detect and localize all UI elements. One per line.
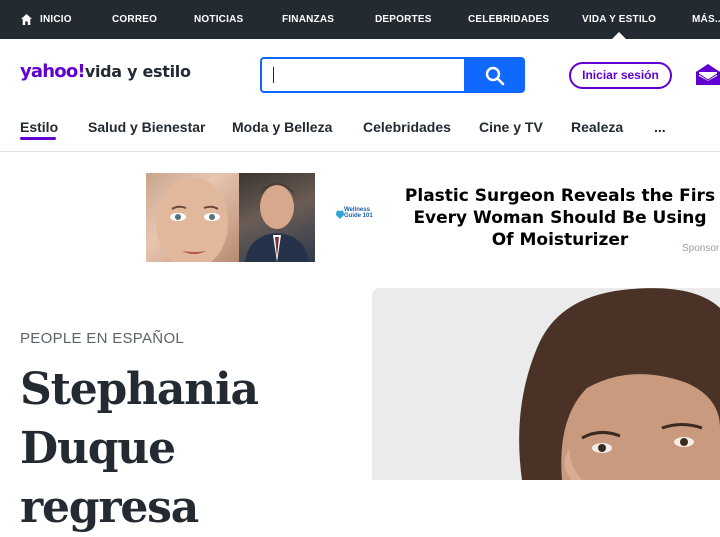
mail-icon[interactable]: [695, 62, 720, 88]
sponsored-label: Sponsor: [682, 243, 720, 254]
search-icon: [485, 66, 505, 86]
subnav-divider: [0, 151, 720, 152]
ad-image-woman: [146, 173, 239, 262]
tab-salud-y-bienestar[interactable]: Salud y Bienestar: [88, 119, 206, 135]
home-icon[interactable]: [20, 13, 33, 26]
nav-inicio[interactable]: INICIO: [40, 0, 72, 39]
search-bar: [260, 57, 525, 93]
tab-estilo[interactable]: Estilo: [20, 119, 58, 135]
yahoo-logo-text: yahoo!: [20, 61, 86, 82]
top-nav-bar: INICIO CORREO NOTICIAS FINANZAS DEPORTES…: [0, 0, 720, 39]
tab-realeza[interactable]: Realeza: [571, 119, 623, 135]
nav-finanzas[interactable]: FINANZAS: [282, 0, 334, 39]
article-title[interactable]: Stephania Duque regresa: [20, 360, 350, 537]
ad-image-man: [239, 173, 315, 262]
sponsored-ad[interactable]: Wellness Guide 101 Plastic Surgeon Revea…: [146, 173, 720, 262]
section-logo-text: vida y estilo: [84, 62, 191, 81]
yahoo-vida-y-estilo-logo[interactable]: yahoo!vida y estilo: [20, 61, 191, 87]
signin-button[interactable]: Iniciar sesión: [569, 62, 672, 89]
ad-headline-line1: Plastic Surgeon Reveals the Firs: [404, 186, 716, 206]
tab-more[interactable]: ...: [654, 119, 666, 135]
tab-cine-y-tv[interactable]: Cine y TV: [479, 119, 543, 135]
tab-celebridades[interactable]: Celebridades: [363, 119, 451, 135]
article-kicker[interactable]: PEOPLE EN ESPAÑOL: [20, 330, 184, 347]
ad-headline-line2: Every Woman Should Be Using: [413, 208, 707, 228]
text-cursor: [273, 67, 274, 83]
site-header: yahoo!vida y estilo Iniciar sesión: [0, 39, 720, 111]
article-hero-image[interactable]: [372, 288, 720, 480]
ad-brand-text: Wellness Guide 101: [344, 207, 373, 219]
search-input[interactable]: [260, 57, 466, 93]
article-title-line2: Duque regresa: [20, 423, 199, 533]
nav-mas[interactable]: MÁS...: [692, 0, 720, 39]
nav-correo[interactable]: CORREO: [112, 0, 157, 39]
section-subnav: Estilo Salud y Bienestar Moda y Belleza …: [0, 111, 720, 151]
nav-celebridades[interactable]: CELEBRIDADES: [468, 0, 549, 39]
ad-brand-line2: Guide 101: [344, 213, 373, 219]
article-title-line1: Stephania: [20, 364, 259, 415]
ad-headline[interactable]: Plastic Surgeon Reveals the Firs Every W…: [390, 185, 720, 251]
nav-deportes[interactable]: DEPORTES: [375, 0, 432, 39]
tab-moda-y-belleza[interactable]: Moda y Belleza: [232, 119, 332, 135]
active-tab-underline: [20, 137, 56, 140]
active-nav-caret: [612, 32, 626, 39]
nav-noticias[interactable]: NOTICIAS: [194, 0, 243, 39]
ad-headline-line3: Of Moisturizer: [491, 230, 629, 250]
search-button[interactable]: [464, 57, 525, 93]
